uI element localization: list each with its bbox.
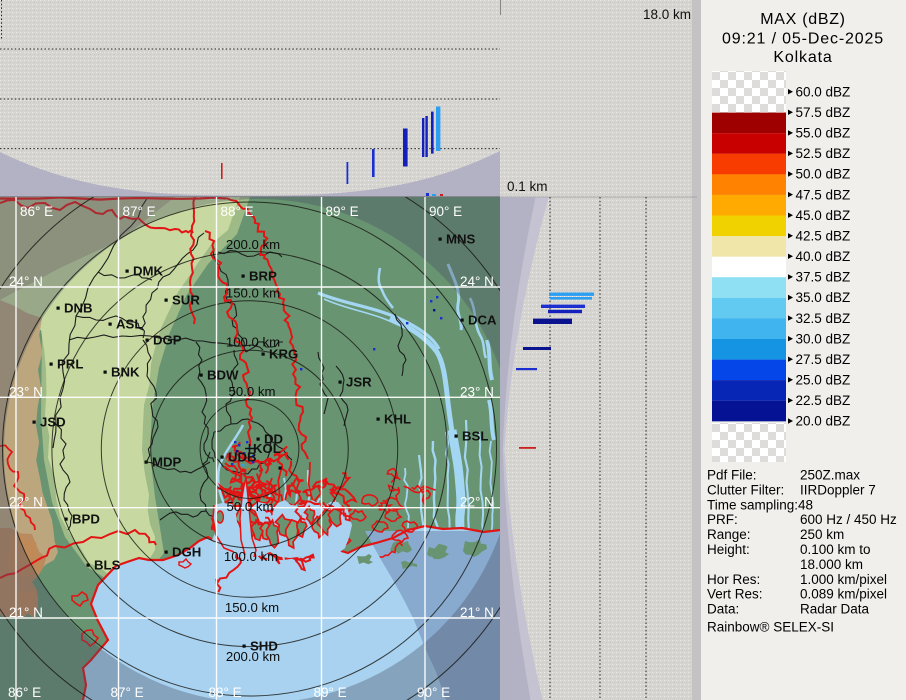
svg-text:Kolkata: Kolkata xyxy=(773,49,832,66)
svg-text:21° N: 21° N xyxy=(9,605,43,620)
svg-text:200.0 km: 200.0 km xyxy=(226,237,280,252)
svg-text:Radar Data: Radar Data xyxy=(800,602,870,617)
svg-text:BDW: BDW xyxy=(207,368,239,383)
svg-text:52.5 dBZ: 52.5 dBZ xyxy=(796,146,851,161)
svg-text:45.0 dBZ: 45.0 dBZ xyxy=(796,208,851,223)
svg-text:27.5 dBZ: 27.5 dBZ xyxy=(796,352,851,367)
svg-text:IIRDoppler 7: IIRDoppler 7 xyxy=(800,482,876,497)
svg-text:Data:: Data: xyxy=(707,602,739,617)
svg-text:DGH: DGH xyxy=(172,545,201,560)
svg-text:09:21 / 05-Dec-2025: 09:21 / 05-Dec-2025 xyxy=(722,31,884,48)
svg-text:32.5 dBZ: 32.5 dBZ xyxy=(796,311,851,326)
svg-text:Rainbow® SELEX-SI: Rainbow® SELEX-SI xyxy=(707,620,834,635)
svg-text:23° N: 23° N xyxy=(9,384,43,399)
svg-text:40.0 dBZ: 40.0 dBZ xyxy=(796,249,851,264)
svg-text:21° N: 21° N xyxy=(460,605,494,620)
svg-text:100.0 km: 100.0 km xyxy=(224,549,278,564)
svg-text:57.5 dBZ: 57.5 dBZ xyxy=(796,105,851,120)
svg-text:86° E: 86° E xyxy=(8,685,41,700)
svg-text:0.1 km: 0.1 km xyxy=(507,179,548,194)
svg-text:24° N: 24° N xyxy=(9,274,43,289)
svg-text:86° E: 86° E xyxy=(20,204,53,219)
svg-text:SUR: SUR xyxy=(172,293,200,308)
svg-text:150.0 km: 150.0 km xyxy=(226,286,280,301)
svg-text:22.5 dBZ: 22.5 dBZ xyxy=(796,393,851,408)
svg-text:Pdf File:: Pdf File: xyxy=(707,468,757,483)
svg-text:23° N: 23° N xyxy=(460,384,494,399)
svg-text:89° E: 89° E xyxy=(314,685,347,700)
svg-text:DNB: DNB xyxy=(64,301,93,316)
svg-text:Height:: Height: xyxy=(707,542,750,557)
svg-text:BNK: BNK xyxy=(111,365,140,380)
svg-text:Range:: Range: xyxy=(707,527,751,542)
svg-text:100.0 km: 100.0 km xyxy=(226,335,280,350)
svg-text:150.0 km: 150.0 km xyxy=(225,600,279,615)
svg-text:250Z.max: 250Z.max xyxy=(800,468,860,483)
svg-text:JSD: JSD xyxy=(40,415,66,430)
svg-text:50.0 km: 50.0 km xyxy=(229,384,276,399)
svg-text:0.100 km to: 0.100 km to xyxy=(800,542,871,557)
svg-text:55.0 dBZ: 55.0 dBZ xyxy=(796,126,851,141)
svg-text:DCA: DCA xyxy=(468,313,497,328)
svg-text:Time sampling:48: Time sampling:48 xyxy=(707,497,813,512)
svg-text:37.5 dBZ: 37.5 dBZ xyxy=(796,270,851,285)
svg-text:30.0 dBZ: 30.0 dBZ xyxy=(796,331,851,346)
svg-text:88° E: 88° E xyxy=(209,685,242,700)
svg-text:JSR: JSR xyxy=(346,375,372,390)
svg-text:BRP: BRP xyxy=(249,269,277,284)
svg-text:60.0 dBZ: 60.0 dBZ xyxy=(796,84,851,99)
svg-text:18.0 km: 18.0 km xyxy=(643,7,691,22)
svg-text:0.089 km/pixel: 0.089 km/pixel xyxy=(800,587,887,602)
svg-text:KOL: KOL xyxy=(253,441,281,456)
svg-text:20.0 dBZ: 20.0 dBZ xyxy=(796,414,851,429)
svg-text:35.0 dBZ: 35.0 dBZ xyxy=(796,290,851,305)
svg-text:BPD: BPD xyxy=(72,512,100,527)
svg-text:MDP: MDP xyxy=(152,455,182,470)
svg-text:18.000 km: 18.000 km xyxy=(800,557,863,572)
svg-text:PRF:: PRF: xyxy=(707,512,738,527)
svg-text:BSL: BSL xyxy=(462,429,488,444)
svg-text:50.0 km: 50.0 km xyxy=(227,499,274,514)
svg-text:ASL: ASL xyxy=(116,317,142,332)
svg-text:88° E: 88° E xyxy=(221,204,254,219)
svg-text:250 km: 250 km xyxy=(800,527,844,542)
svg-text:90° E: 90° E xyxy=(417,685,450,700)
svg-text:DGP: DGP xyxy=(153,333,182,348)
svg-text:47.5 dBZ: 47.5 dBZ xyxy=(796,187,851,202)
svg-text:87° E: 87° E xyxy=(123,204,156,219)
svg-text:Hor Res:: Hor Res: xyxy=(707,572,760,587)
svg-text:89° E: 89° E xyxy=(326,204,359,219)
svg-text:MNS: MNS xyxy=(446,232,476,247)
svg-text:KHL: KHL xyxy=(384,412,411,427)
svg-text:22° N: 22° N xyxy=(9,495,43,510)
svg-text:1.000 km/pixel: 1.000 km/pixel xyxy=(800,572,887,587)
svg-text:600 Hz / 450 Hz: 600 Hz / 450 Hz xyxy=(800,512,897,527)
svg-text:22° N: 22° N xyxy=(460,495,494,510)
svg-text:42.5 dBZ: 42.5 dBZ xyxy=(796,229,851,244)
svg-text:Clutter Filter:: Clutter Filter: xyxy=(707,482,784,497)
svg-text:Vert Res:: Vert Res: xyxy=(707,587,763,602)
svg-text:24° N: 24° N xyxy=(460,274,494,289)
svg-text:DMK: DMK xyxy=(133,264,164,279)
svg-text:50.0 dBZ: 50.0 dBZ xyxy=(796,167,851,182)
svg-text:90° E: 90° E xyxy=(429,204,462,219)
svg-text:25.0 dBZ: 25.0 dBZ xyxy=(796,373,851,388)
svg-text:MAX (dBZ): MAX (dBZ) xyxy=(760,11,845,28)
svg-text:PRL: PRL xyxy=(57,357,83,372)
svg-text:87° E: 87° E xyxy=(111,685,144,700)
svg-text:200.0 km: 200.0 km xyxy=(226,649,280,664)
svg-text:BLS: BLS xyxy=(94,558,121,573)
